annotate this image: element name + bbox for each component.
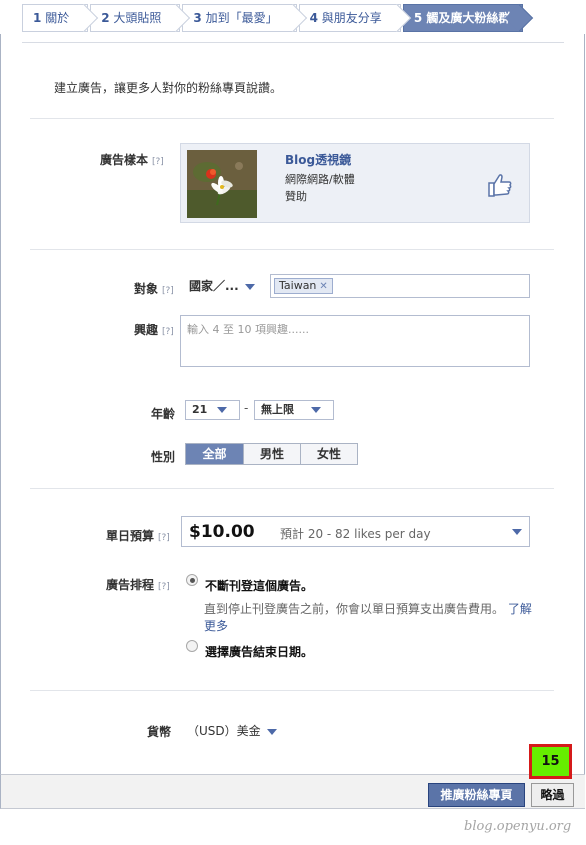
gender-label: 性別 [151, 450, 176, 464]
country-dropdown[interactable]: 國家／... [189, 277, 255, 294]
select-value: 21 [192, 403, 208, 416]
step-label: 大頭貼照 [113, 11, 162, 25]
chevron-down-icon [244, 283, 255, 290]
audience-label: 對象 [?] [134, 280, 174, 297]
step-label: 關於 [45, 11, 70, 25]
close-icon[interactable]: ✕ [319, 281, 327, 292]
divider [30, 118, 554, 119]
label-text: 單日預算 [106, 529, 155, 543]
step-3[interactable]: 3 加到「最愛」 [182, 4, 297, 32]
schedule-continuous-radio[interactable] [186, 574, 198, 586]
label-text: 廣告排程 [106, 578, 155, 592]
divider [22, 42, 564, 43]
divider [30, 488, 554, 489]
help-icon[interactable]: [?] [162, 327, 174, 337]
flower-photo [187, 150, 257, 218]
ad-title[interactable]: Blog透視鏡 [285, 151, 351, 168]
step-number: 4 [309, 11, 318, 25]
dropdown-value: （USD）美金 [187, 724, 261, 738]
divider [30, 249, 554, 250]
help-icon[interactable]: [?] [158, 533, 170, 543]
budget-estimate: 預計 20 - 82 likes per day [280, 527, 431, 541]
chevron-down-icon [512, 529, 522, 535]
intro-text: 建立廣告，讓更多人對你的粉絲專頁說讚。 [54, 81, 283, 95]
dropdown-value: 國家／... [189, 279, 239, 293]
label-text: 廣告樣本 [100, 153, 149, 167]
age-separator: - [244, 401, 249, 415]
help-icon[interactable]: [?] [158, 582, 170, 592]
step-label: 加到「最愛」 [205, 11, 278, 25]
step-2[interactable]: 2 大頭貼照 [90, 4, 181, 32]
currency-dropdown[interactable]: （USD）美金 [187, 722, 277, 739]
step-1[interactable]: 1 關於 [22, 4, 89, 32]
watermark: blog.openyu.org [464, 819, 572, 834]
step-4[interactable]: 4 與朋友分享 [298, 4, 401, 32]
promote-page-button[interactable]: 推廣粉絲專頁 [428, 783, 525, 807]
schedule-end-date-radio[interactable] [186, 640, 198, 652]
ad-category: 網際網路/軟體 [285, 173, 355, 186]
skip-button[interactable]: 略過 [531, 783, 574, 807]
step-bar: 1 關於 2 大頭貼照 3 加到「最愛」 4 與朋友分享 5 觸及廣大粉絲群 [22, 4, 542, 34]
frame-border [0, 34, 1, 809]
chevron-down-icon [266, 728, 277, 735]
age-label: 年齡 [151, 407, 176, 421]
annotation-badge: 15 [529, 744, 572, 779]
ad-sample-label: 廣告樣本 [?] [100, 151, 164, 168]
step-number: 2 [101, 11, 110, 25]
age-max-select[interactable]: 無上限 [254, 400, 334, 420]
gender-all-button[interactable]: 全部 [186, 444, 243, 464]
gender-male-button[interactable]: 男性 [243, 444, 300, 464]
token-text: Taiwan [279, 279, 317, 292]
help-icon[interactable]: [?] [162, 286, 174, 296]
help-icon[interactable]: [?] [152, 157, 164, 167]
ad-thumbnail-image [187, 150, 257, 218]
budget-label: 單日預算 [?] [106, 527, 170, 544]
divider [30, 690, 554, 691]
ad-sponsored: 贊助 [285, 190, 307, 203]
currency-label: 貨幣 [147, 725, 172, 739]
step-label: 觸及廣大粉絲群 [426, 11, 511, 25]
chevron-down-icon [311, 407, 321, 413]
schedule-end-date-label[interactable]: 選擇廣告結束日期。 [205, 643, 313, 660]
interests-input[interactable]: 輸入 4 至 10 項興趣...... [180, 315, 530, 367]
step-number: 5 [413, 11, 423, 25]
thumbs-up-icon[interactable] [487, 172, 513, 198]
ad-preview: Blog透視鏡 網際網路/軟體 贊助 [180, 143, 530, 223]
select-value: 無上限 [261, 403, 294, 416]
step-label: 與朋友分享 [321, 11, 382, 25]
step-5[interactable]: 5 觸及廣大粉絲群 [402, 4, 524, 32]
placeholder-text: 輸入 4 至 10 項興趣...... [187, 323, 309, 336]
schedule-continuous-label[interactable]: 不斷刊登這個廣告。 [205, 577, 313, 594]
chevron-down-icon [217, 407, 227, 413]
step-number: 1 [33, 11, 42, 25]
budget-select[interactable]: $10.00 預計 20 - 82 likes per day [181, 516, 530, 547]
country-token: Taiwan ✕ [274, 278, 333, 294]
country-input[interactable]: Taiwan ✕ [270, 274, 530, 298]
schedule-help-text: 直到停止刊登廣告之前，你會以單日預算支出廣告費用。 了解更多 [204, 601, 534, 635]
label-text: 對象 [134, 282, 159, 296]
schedule-label: 廣告排程 [?] [106, 576, 170, 593]
label-text: 興趣 [134, 323, 159, 337]
interests-label: 興趣 [?] [134, 321, 174, 338]
age-min-select[interactable]: 21 [185, 400, 240, 420]
gender-female-button[interactable]: 女性 [300, 444, 357, 464]
budget-amount: $10.00 [189, 522, 255, 542]
frame-border [584, 34, 585, 809]
step-number: 3 [193, 11, 202, 25]
help-text: 直到停止刊登廣告之前，你會以單日預算支出廣告費用。 [204, 602, 505, 616]
gender-toggle: 全部 男性 女性 [185, 443, 358, 465]
